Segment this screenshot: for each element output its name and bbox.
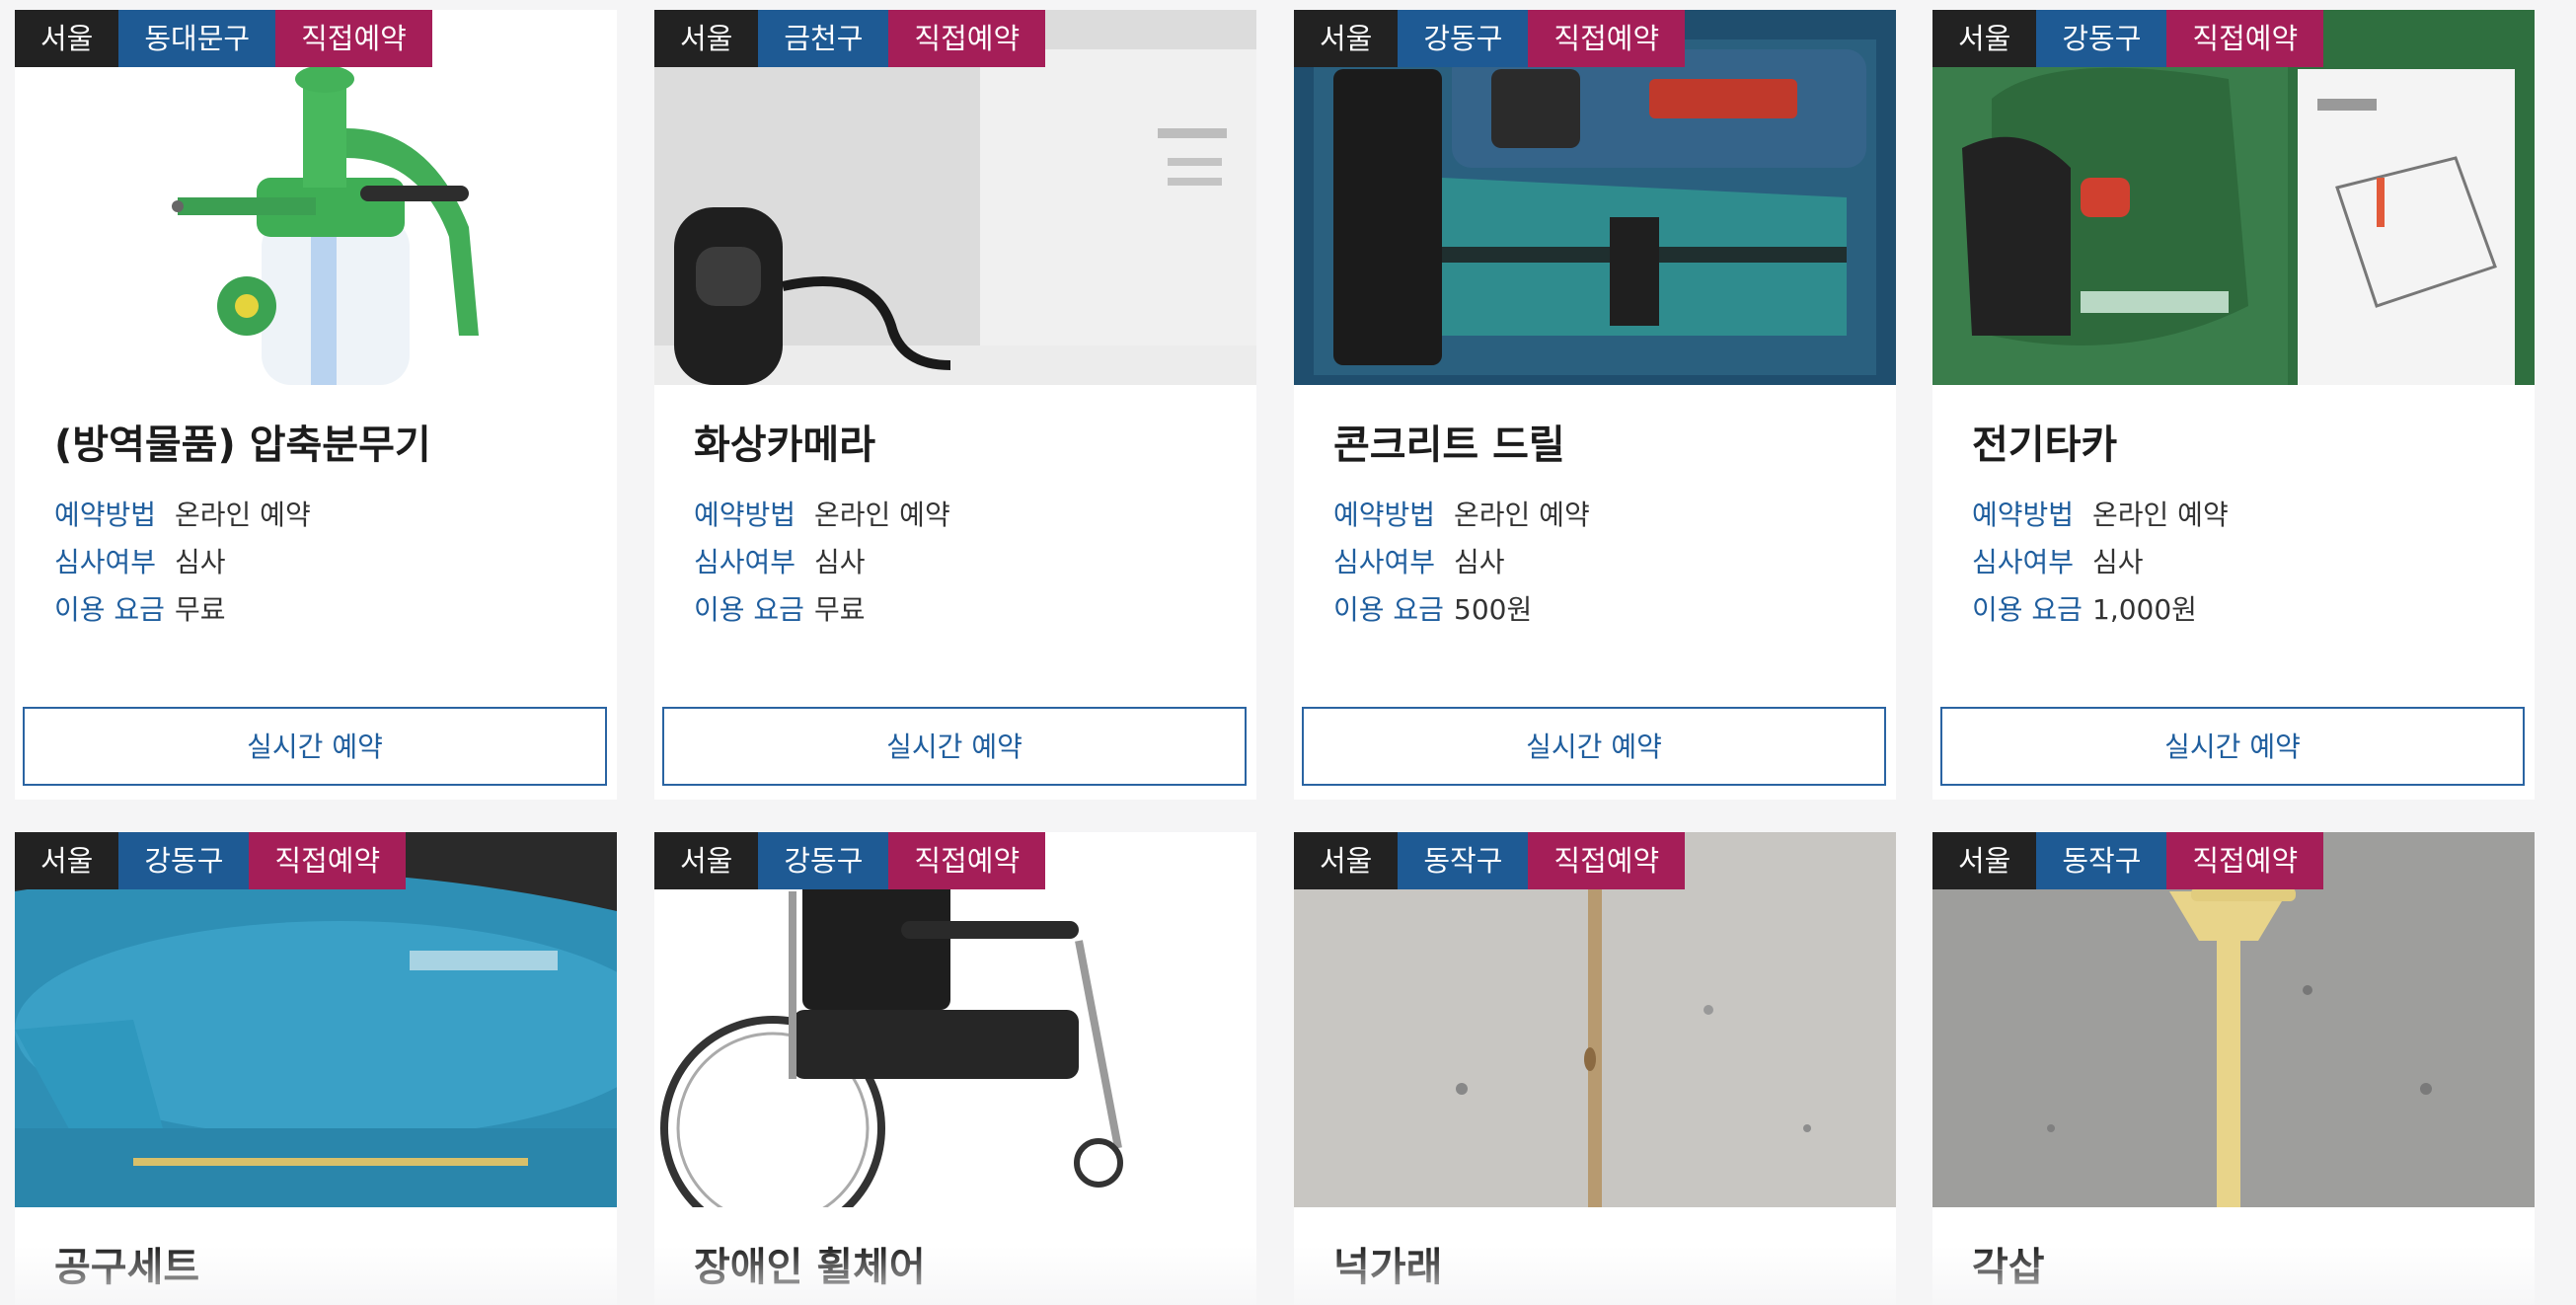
reservation-method-label: 예약방법 — [1972, 499, 2075, 531]
item-info: 예약방법 온라인 예약 심사여부 심사 이용 요금 무료 — [54, 492, 311, 634]
reservation-method-label: 예약방법 — [694, 499, 796, 531]
realtime-reservation-button[interactable]: 실시간 예약 — [1940, 707, 2525, 786]
reservation-method-label: 예약방법 — [1333, 499, 1436, 531]
review-value: 심사 — [1454, 546, 1505, 578]
review-label: 심사여부 — [54, 546, 157, 578]
district-tag: 동작구 — [2036, 832, 2167, 889]
fee-label: 이용 요금 — [1333, 593, 1444, 626]
item-tags: 서울 강동구 직접예약 — [654, 832, 1046, 889]
district-tag: 강동구 — [1398, 10, 1529, 67]
fee-value: 무료 — [175, 593, 226, 626]
fee-value: 1,000원 — [2092, 593, 2197, 626]
item-title[interactable]: 넉가래 — [1333, 1235, 1442, 1292]
district-tag: 동대문구 — [118, 10, 276, 67]
fee-label: 이용 요금 — [54, 593, 165, 626]
review-label: 심사여부 — [694, 546, 796, 578]
item-tags: 서울 강동구 직접예약 — [15, 832, 407, 889]
reservation-method-value: 온라인 예약 — [1454, 499, 1590, 531]
item-tags: 서울 동작구 직접예약 — [1932, 832, 2324, 889]
region-tag: 서울 — [654, 10, 759, 67]
item-info: 예약방법 온라인 예약 심사여부 심사 이용 요금 무료 — [694, 492, 950, 634]
item-card[interactable]: 서울 동대문구 직접예약 (방역물품) 압축분무기 예약방법 온라인 예약 심사여… — [15, 10, 617, 800]
fee-value: 500원 — [1454, 593, 1533, 626]
reservation-method-value: 온라인 예약 — [2092, 499, 2229, 531]
item-card[interactable]: 서울 강동구 직접예약 콘크리트 드릴 예약방법 온라인 예약 심사여부 심사 이용… — [1294, 10, 1896, 800]
realtime-reservation-button[interactable]: 실시간 예약 — [662, 707, 1247, 786]
reservation-type-tag: 직접예약 — [2166, 832, 2324, 889]
fee-label: 이용 요금 — [1972, 593, 2083, 626]
realtime-reservation-button[interactable]: 실시간 예약 — [1302, 707, 1886, 786]
reservation-type-tag: 직접예약 — [249, 832, 407, 889]
reservation-type-tag: 직접예약 — [1528, 10, 1686, 67]
region-tag: 서울 — [1932, 832, 2037, 889]
item-card[interactable]: 서울 강동구 직접예약 공구세트 — [15, 832, 617, 1305]
item-tags: 서울 금천구 직접예약 — [654, 10, 1046, 67]
reservation-method-row: 예약방법 온라인 예약 — [1333, 492, 1590, 539]
review-row: 심사여부 심사 — [694, 539, 950, 586]
fee-value: 무료 — [814, 593, 866, 626]
reservation-method-value: 온라인 예약 — [814, 499, 950, 531]
item-title[interactable]: 콘크리트 드릴 — [1333, 413, 1565, 470]
realtime-reservation-button[interactable]: 실시간 예약 — [23, 707, 607, 786]
review-value: 심사 — [2092, 546, 2144, 578]
item-title[interactable]: 전기타카 — [1972, 413, 2117, 470]
reservation-method-row: 예약방법 온라인 예약 — [694, 492, 950, 539]
item-card[interactable]: 서울 금천구 직접예약 화상카메라 예약방법 온라인 예약 심사여부 심사 이용 요… — [654, 10, 1256, 800]
item-title[interactable]: 장애인 휠체어 — [694, 1235, 926, 1292]
item-tags: 서울 강동구 직접예약 — [1932, 10, 2324, 67]
fee-row: 이용 요금 1,000원 — [1972, 586, 2229, 634]
reservation-method-value: 온라인 예약 — [175, 499, 311, 531]
region-tag: 서울 — [15, 10, 119, 67]
review-row: 심사여부 심사 — [1333, 539, 1590, 586]
item-info: 예약방법 온라인 예약 심사여부 심사 이용 요금 500원 — [1333, 492, 1590, 634]
review-row: 심사여부 심사 — [1972, 539, 2229, 586]
review-label: 심사여부 — [1333, 546, 1436, 578]
reservation-method-row: 예약방법 온라인 예약 — [54, 492, 311, 539]
item-card[interactable]: 서울 강동구 직접예약 전기타카 예약방법 온라인 예약 심사여부 심사 이용 요금… — [1932, 10, 2535, 800]
reservation-type-tag: 직접예약 — [888, 10, 1046, 67]
fee-row: 이용 요금 무료 — [694, 586, 950, 634]
item-card[interactable]: 서울 동작구 직접예약 넉가래 — [1294, 832, 1896, 1305]
district-tag: 강동구 — [2036, 10, 2167, 67]
district-tag: 금천구 — [758, 10, 889, 67]
item-info: 예약방법 온라인 예약 심사여부 심사 이용 요금 1,000원 — [1972, 492, 2229, 634]
item-title[interactable]: 각삽 — [1972, 1235, 2045, 1292]
fee-row: 이용 요금 500원 — [1333, 586, 1590, 634]
item-card[interactable]: 서울 동작구 직접예약 각삽 — [1932, 832, 2535, 1305]
region-tag: 서울 — [15, 832, 119, 889]
fee-row: 이용 요금 무료 — [54, 586, 311, 634]
reservation-type-tag: 직접예약 — [275, 10, 432, 67]
district-tag: 동작구 — [1398, 832, 1529, 889]
review-row: 심사여부 심사 — [54, 539, 311, 586]
region-tag: 서울 — [1294, 832, 1399, 889]
region-tag: 서울 — [1932, 10, 2037, 67]
item-tags: 서울 동대문구 직접예약 — [15, 10, 432, 67]
reservation-type-tag: 직접예약 — [2166, 10, 2324, 67]
reservation-method-row: 예약방법 온라인 예약 — [1972, 492, 2229, 539]
reservation-method-label: 예약방법 — [54, 499, 157, 531]
region-tag: 서울 — [1294, 10, 1399, 67]
item-title[interactable]: (방역물품) 압축분무기 — [54, 413, 431, 470]
item-tags: 서울 강동구 직접예약 — [1294, 10, 1686, 67]
review-value: 심사 — [814, 546, 866, 578]
reservation-type-tag: 직접예약 — [888, 832, 1046, 889]
fee-label: 이용 요금 — [694, 593, 804, 626]
item-title[interactable]: 공구세트 — [54, 1235, 199, 1292]
item-title[interactable]: 화상카메라 — [694, 413, 875, 470]
reservation-type-tag: 직접예약 — [1528, 832, 1686, 889]
region-tag: 서울 — [654, 832, 759, 889]
item-tags: 서울 동작구 직접예약 — [1294, 832, 1686, 889]
rental-item-grid: 서울 동대문구 직접예약 (방역물품) 압축분무기 예약방법 온라인 예약 심사여… — [0, 0, 2576, 1305]
review-value: 심사 — [175, 546, 226, 578]
district-tag: 강동구 — [758, 832, 889, 889]
item-card[interactable]: 서울 강동구 직접예약 장애인 휠체어 — [654, 832, 1256, 1305]
district-tag: 강동구 — [118, 832, 250, 889]
review-label: 심사여부 — [1972, 546, 2075, 578]
